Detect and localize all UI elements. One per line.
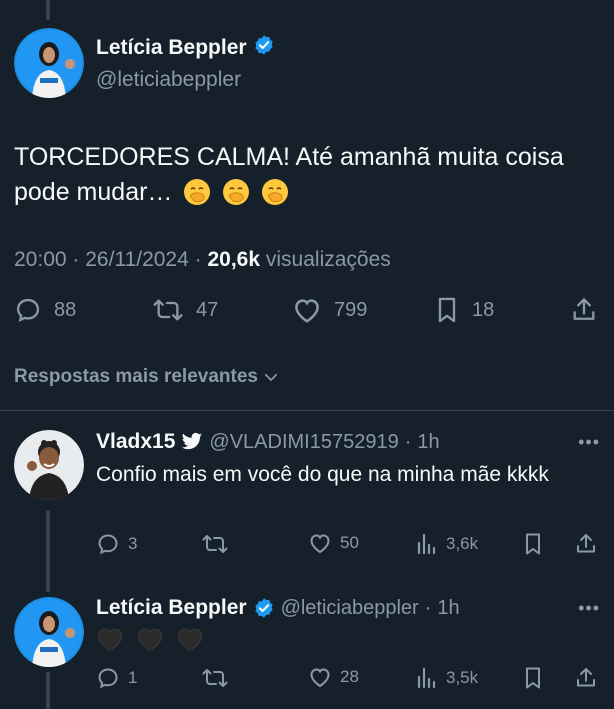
replies-sort-selector[interactable]: Respostas mais relevantes [14,366,280,388]
share-button[interactable] [574,666,598,690]
reply-author-handle[interactable]: @leticiabeppler [281,597,419,620]
main-author-name-row[interactable]: Letícia Beppler [96,34,275,62]
heart-icon [310,668,330,688]
reply-button[interactable]: 3 [96,532,137,556]
meta-separator: · [72,248,80,271]
main-author-avatar[interactable] [14,28,84,98]
main-tweet-text: TORCEDORES CALMA! Até amanhã muita coisa… [14,140,604,216]
reply-icon [98,668,118,689]
more-options-icon[interactable]: ••• [578,598,600,619]
views-count: 3,6k [446,534,479,553]
share-icon [577,668,595,687]
meta-separator: · [424,596,432,619]
reply-author-avatar[interactable] [14,430,84,500]
thread-line-bottom [46,672,50,709]
like-count: 28 [340,667,359,686]
verified-badge-icon [253,34,275,62]
verified-badge-icon [254,598,273,618]
analytics-icon [417,667,436,689]
retweet-icon [202,669,228,687]
more-options-icon[interactable]: ••• [578,432,600,453]
reply-icon [16,298,40,322]
main-author-name[interactable]: Letícia Beppler [96,36,247,60]
reply-author-handle[interactable]: @VLADIMI15752919 [209,431,398,454]
views-label: visualizações [265,248,391,271]
reply-actions: 3 50 3,6k [96,532,600,562]
like-button[interactable]: 799 [292,296,367,324]
like-button[interactable]: 50 [308,532,359,554]
reply-text [96,626,596,661]
main-tweet-header: Letícia Beppler @leticiabeppler [96,34,275,92]
reply-time[interactable]: 1h [437,597,459,620]
reply-text: Confio mais em você do que na minha mãe … [96,463,549,486]
thread-line-top [46,0,50,20]
reply-icon [98,534,118,555]
reply-header: Vladx15 @VLADIMI15752919 · 1h [96,430,440,454]
reply-author-name[interactable]: Vladx15 [96,430,175,454]
reply-count: 3 [128,534,138,553]
bookmark-button[interactable]: 18 [434,296,494,324]
bookmark-icon [438,297,456,323]
hand-over-mouth-emoji-icon [261,178,289,216]
meta-separator: · [404,430,412,453]
reply-actions: 1 28 3,5k [96,666,600,696]
reply-button[interactable]: 1 [96,666,137,690]
sort-label: Respostas mais relevantes [14,366,258,387]
reply-time[interactable]: 1h [417,431,439,454]
share-button[interactable] [574,532,598,556]
views-count: 3,5k [446,668,479,687]
like-count: 50 [340,533,359,552]
tweet-thread-page: Letícia Beppler @leticiabeppler TORCEDOR… [0,0,614,709]
black-heart-emoji-icon [136,626,164,661]
hand-over-mouth-emoji-icon [183,178,211,216]
reply-count: 1 [128,668,138,687]
main-tweet-actions: 88 47 799 18 [14,296,604,332]
bookmark-icon [526,533,540,555]
bookmark-count: 18 [472,298,495,321]
share-icon [573,298,595,320]
like-count: 799 [334,298,368,321]
retweet-button[interactable] [202,532,236,556]
reply-author-avatar[interactable] [14,597,84,667]
retweet-icon [153,299,183,321]
chevron-down-icon [264,373,278,381]
main-author-handle[interactable]: @leticiabeppler [96,68,275,92]
bookmark-icon [526,667,540,689]
reply-header: Letícia Beppler @leticiabeppler · 1h [96,596,460,620]
retweet-count: 47 [196,298,219,321]
like-button[interactable]: 28 [308,666,359,688]
share-button[interactable] [570,296,598,324]
divider [0,410,614,411]
thread-line-reply [46,510,50,592]
reply-button[interactable]: 88 [14,296,76,324]
views-count: 20,6k [207,248,261,271]
bird-icon [182,432,203,450]
meta-separator: · [194,248,202,271]
retweet-button[interactable]: 47 [152,296,218,324]
bookmark-button[interactable] [522,532,544,556]
reply-count: 88 [54,298,77,321]
views-button[interactable]: 3,5k [416,666,478,690]
bookmark-button[interactable] [522,666,544,690]
tweet-date[interactable]: 26/11/2024 [85,248,189,271]
black-heart-emoji-icon [176,626,204,661]
tweet-time[interactable]: 20:00 [14,248,67,271]
views-button[interactable]: 3,6k [416,532,478,556]
heart-icon [310,534,330,554]
main-tweet-meta: 20:00 · 26/11/2024 · 20,6k visualizações [14,248,391,272]
black-heart-emoji-icon [96,626,124,661]
heart-icon [295,299,319,323]
hand-over-mouth-emoji-icon [222,178,250,216]
retweet-button[interactable] [202,666,236,690]
analytics-icon [417,533,436,555]
reply-author-name[interactable]: Letícia Beppler [96,596,247,620]
retweet-icon [202,535,228,553]
share-icon [577,534,595,553]
